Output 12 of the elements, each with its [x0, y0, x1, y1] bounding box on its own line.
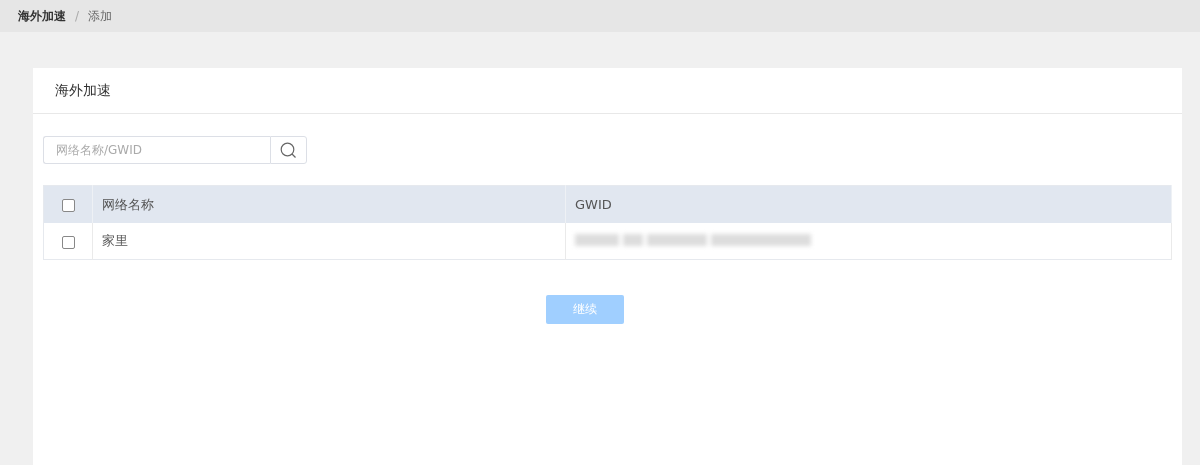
breadcrumb-separator: / — [75, 9, 80, 23]
card-title: 海外加速 — [55, 81, 111, 100]
row-checkbox[interactable] — [61, 235, 75, 249]
table-cell: 家里 — [92, 223, 566, 260]
column-header: GWID — [565, 185, 1172, 223]
breadcrumb-item[interactable]: 海外加速 — [18, 7, 66, 25]
breadcrumb-item: 添加 — [88, 7, 113, 25]
search-button[interactable] — [270, 136, 307, 164]
select-all-checkbox[interactable] — [61, 199, 75, 212]
search-icon — [280, 141, 297, 159]
search-field[interactable]: 网络名称/GWID — [43, 136, 270, 164]
column-header: 网络名称 — [92, 185, 566, 223]
